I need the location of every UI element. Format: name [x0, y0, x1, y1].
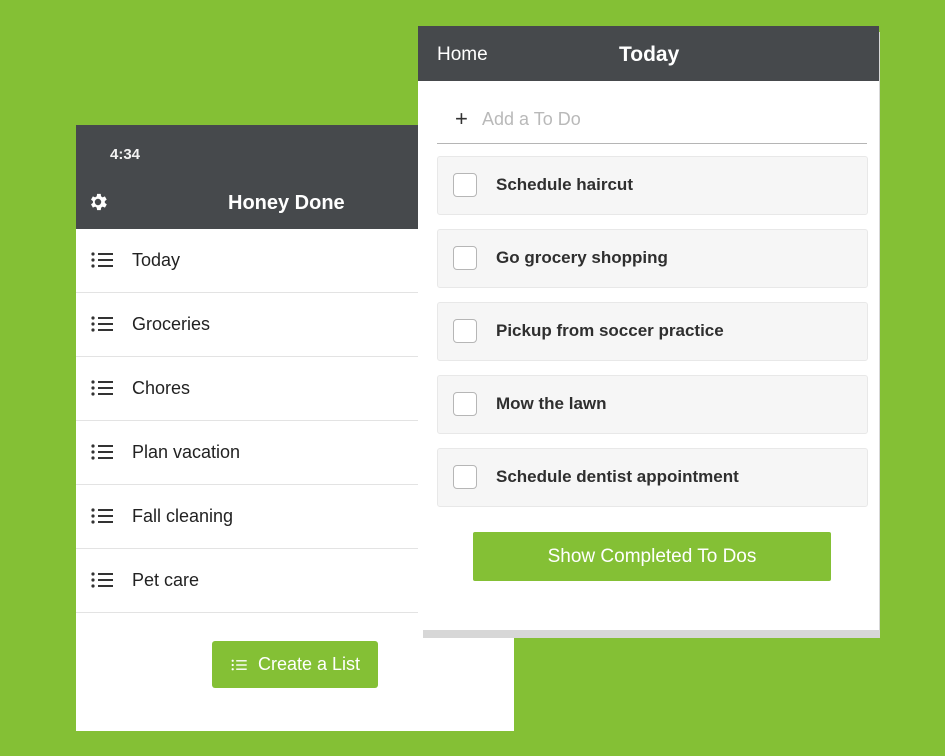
list-icon	[91, 508, 113, 524]
todo-checkbox[interactable]	[453, 246, 477, 270]
todo-item: Go grocery shopping	[437, 229, 868, 288]
show-completed-button[interactable]: Show Completed To Dos	[473, 532, 831, 581]
todo-checkbox[interactable]	[453, 392, 477, 416]
todo-item: Mow the lawn	[437, 375, 868, 434]
list-item-label: Pet care	[132, 570, 200, 590]
todo-checkbox[interactable]	[453, 319, 477, 343]
list-icon	[91, 380, 113, 396]
todo-label: Schedule haircut	[496, 175, 633, 194]
todo-item: Pickup from soccer practice	[437, 302, 868, 361]
todo-label: Pickup from soccer practice	[496, 321, 724, 340]
todo-item: Schedule dentist appointment	[437, 448, 868, 507]
status-time: 4:34	[110, 146, 141, 163]
todo-checkbox[interactable]	[453, 173, 477, 197]
todo-label: Schedule dentist appointment	[496, 467, 739, 486]
list-item-label: Groceries	[132, 314, 211, 334]
plus-icon: +	[455, 106, 468, 131]
add-todo-row[interactable]: +	[437, 103, 867, 144]
list-item-label: Fall cleaning	[132, 506, 234, 526]
todo-item: Schedule haircut	[437, 156, 868, 215]
today-screen: Home Today + Schedule haircut Go grocery…	[418, 26, 879, 630]
list-item-label: Plan vacation	[132, 442, 241, 462]
list-icon	[91, 316, 113, 332]
today-title: Today	[619, 43, 680, 66]
lists-title: Honey Done	[228, 192, 345, 214]
todo-checkbox[interactable]	[453, 465, 477, 489]
home-link[interactable]: Home	[437, 44, 488, 66]
list-icon	[231, 659, 247, 670]
create-list-label: Create a List	[257, 654, 361, 674]
list-item-label: Chores	[132, 378, 191, 398]
list-icon	[91, 252, 113, 268]
today-header: Home Today	[418, 26, 879, 81]
show-completed-label: Show Completed To Dos	[547, 545, 757, 567]
todo-label: Mow the lawn	[496, 394, 607, 413]
add-todo-input[interactable]	[482, 106, 852, 132]
list-icon	[91, 444, 113, 460]
create-list-button[interactable]: Create a List	[212, 641, 378, 688]
list-icon	[91, 572, 113, 588]
todo-label: Go grocery shopping	[496, 248, 668, 267]
todo-list: Schedule haircut Go grocery shopping Pic…	[437, 156, 868, 521]
gear-icon[interactable]	[87, 191, 109, 213]
list-item-label: Today	[132, 250, 181, 270]
